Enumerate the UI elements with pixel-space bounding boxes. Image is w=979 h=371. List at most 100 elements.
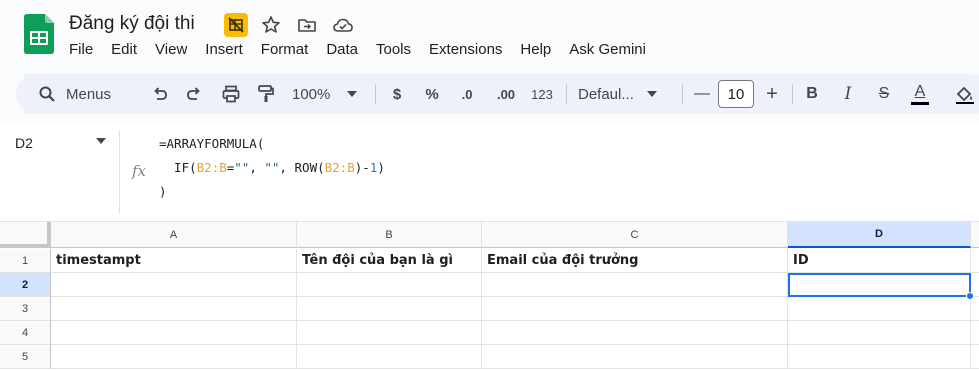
cell-a5[interactable] — [51, 345, 297, 369]
star-icon[interactable] — [259, 13, 283, 37]
print-icon — [222, 85, 240, 103]
increase-decimal-label: .00 — [496, 86, 516, 102]
row-header-4[interactable]: 4 — [0, 321, 51, 345]
text-color-label: A — [914, 82, 926, 100]
active-cell-selection — [788, 273, 971, 297]
font-size-input[interactable]: 10 — [718, 80, 754, 108]
print-button[interactable] — [218, 74, 244, 114]
increase-decimal-button[interactable]: .00 — [490, 74, 522, 114]
cell-b5[interactable] — [297, 345, 482, 369]
italic-button[interactable]: I — [836, 74, 860, 114]
menu-edit[interactable]: Edit — [102, 39, 146, 61]
toolbar-divider — [682, 84, 683, 104]
decrease-decimal-label: .0 — [461, 86, 473, 102]
row-header-1[interactable]: 1 — [0, 249, 51, 273]
menu-ask-gemini[interactable]: Ask Gemini — [560, 39, 655, 61]
menu-file[interactable]: File — [60, 39, 102, 61]
row-header-2[interactable]: 2 — [0, 273, 51, 297]
formula-bar: D2 fx =ARRAYFORMULA( IF(B2:B="", "", ROW… — [0, 122, 979, 222]
font-family-select[interactable]: Defaul... — [578, 74, 670, 114]
column-header-a[interactable]: A — [51, 222, 297, 248]
cell-d4[interactable] — [788, 321, 971, 345]
strikethrough-button[interactable]: S — [872, 74, 896, 114]
cell-d5[interactable] — [788, 345, 971, 369]
cell-e4[interactable] — [971, 321, 979, 345]
chevron-down-icon[interactable] — [96, 138, 106, 144]
cell-b4[interactable] — [297, 321, 482, 345]
cell-a2[interactable] — [51, 273, 297, 297]
zoom-value: 100% — [292, 85, 331, 103]
formula-divider — [119, 130, 120, 214]
title-bar: Đăng ký đội thi File Edit View Insert Fo… — [0, 0, 979, 70]
cell-e1[interactable] — [971, 249, 979, 273]
increase-font-size-button[interactable]: + — [760, 74, 784, 114]
font-family-value: Defaul... — [578, 85, 634, 103]
toolbar: Menus 100% $ % .0 .00 123 Defaul... — 10… — [16, 74, 979, 114]
undo-button[interactable] — [148, 74, 172, 114]
move-to-folder-icon[interactable] — [295, 13, 319, 37]
redo-icon — [187, 87, 200, 100]
column-header-e[interactable] — [971, 222, 979, 248]
cell-c1[interactable]: Email của đội trưởng — [482, 249, 788, 273]
chevron-down-icon — [347, 91, 358, 97]
column-header-d[interactable]: D — [788, 222, 971, 248]
row-header-3[interactable]: 3 — [0, 297, 51, 321]
undo-icon — [154, 87, 167, 100]
chevron-down-icon — [646, 91, 657, 97]
cell-d3[interactable] — [788, 297, 971, 321]
fill-color-button[interactable] — [952, 74, 976, 114]
decrease-font-size-button[interactable]: — — [690, 74, 714, 114]
menu-extensions[interactable]: Extensions — [420, 39, 511, 61]
toolbar-divider — [566, 84, 567, 104]
cell-a1[interactable]: timestampt — [51, 249, 297, 273]
spreadsheet-grid: A B C D 1 timestampt Tên đội của bạn là … — [0, 222, 979, 371]
cell-c2[interactable] — [482, 273, 788, 297]
row-header-5[interactable]: 5 — [0, 345, 51, 369]
more-formats-button[interactable]: 123 — [528, 74, 556, 114]
cell-b2[interactable] — [297, 273, 482, 297]
zoom-select[interactable]: 100% — [292, 74, 366, 114]
cell-a3[interactable] — [51, 297, 297, 321]
select-all-corner[interactable] — [0, 222, 51, 248]
formula-line-2: IF(B2:B="", "", ROW(B2:B)-1) — [159, 160, 385, 175]
menu-data[interactable]: Data — [317, 39, 367, 61]
menu-format[interactable]: Format — [252, 39, 318, 61]
paint-format-button[interactable] — [254, 74, 278, 114]
cell-c4[interactable] — [482, 321, 788, 345]
cell-a4[interactable] — [51, 321, 297, 345]
redo-button[interactable] — [182, 74, 206, 114]
menu-view[interactable]: View — [146, 39, 196, 61]
percent-format-button[interactable]: % — [420, 74, 444, 114]
bold-button[interactable]: B — [800, 74, 824, 114]
no-access-badge-icon[interactable] — [224, 13, 248, 37]
formula-line-3: ) — [159, 184, 167, 199]
toolbar-divider — [375, 84, 376, 104]
cell-b3[interactable] — [297, 297, 482, 321]
cell-b1[interactable]: Tên đội của bạn là gì — [297, 249, 482, 273]
decrease-decimal-button[interactable]: .0 — [454, 74, 480, 114]
formula-line-1: =ARRAYFORMULA( — [159, 136, 265, 151]
cell-e3[interactable] — [971, 297, 979, 321]
column-header-c[interactable]: C — [482, 222, 788, 248]
column-header-b[interactable]: B — [297, 222, 482, 248]
toolbar-area: Menus 100% $ % .0 .00 123 Defaul... — 10… — [0, 70, 979, 122]
menu-help[interactable]: Help — [511, 39, 560, 61]
cell-d1[interactable]: ID — [788, 249, 971, 273]
text-color-button[interactable]: A — [908, 74, 932, 114]
sheets-logo-icon[interactable] — [24, 14, 54, 54]
document-title[interactable]: Đăng ký đội thi — [69, 13, 195, 35]
fill-handle[interactable] — [966, 292, 974, 300]
menu-tools[interactable]: Tools — [367, 39, 420, 61]
cell-e5[interactable] — [971, 345, 979, 369]
cloud-saved-icon[interactable] — [331, 13, 355, 37]
toolbar-divider — [792, 84, 793, 104]
paint-format-icon — [258, 85, 274, 102]
currency-format-button[interactable]: $ — [385, 74, 409, 114]
menu-insert[interactable]: Insert — [196, 39, 252, 61]
cell-c3[interactable] — [482, 297, 788, 321]
paint-bucket-icon — [956, 86, 974, 104]
menus-search-button[interactable]: Menus — [24, 74, 144, 114]
formula-input[interactable]: =ARRAYFORMULA( IF(B2:B="", "", ROW(B2:B)… — [159, 132, 385, 204]
cell-c5[interactable] — [482, 345, 788, 369]
menus-search-label: Menus — [66, 85, 112, 103]
